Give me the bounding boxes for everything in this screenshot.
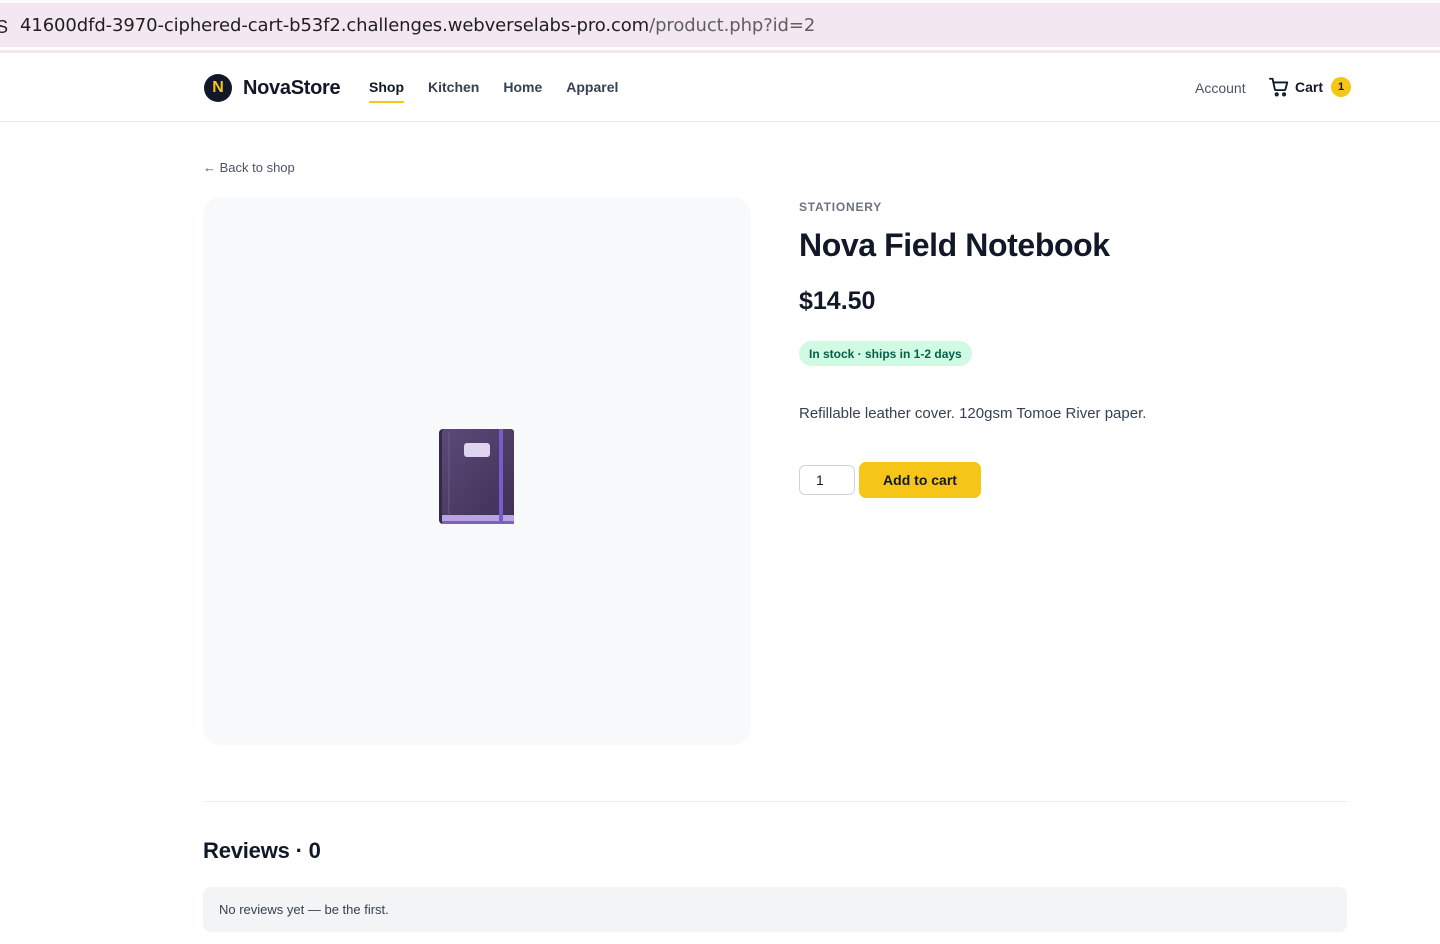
cart-link[interactable]: Cart 1: [1268, 76, 1352, 98]
nav-item-kitchen[interactable]: Kitchen: [428, 79, 479, 103]
cart-count-badge: 1: [1331, 77, 1352, 97]
browser-url-bar[interactable]: S 41600dfd-3970-ciphered-cart-b53f2.chal…: [0, 3, 1440, 47]
nav-item-home[interactable]: Home: [503, 79, 542, 103]
main-nav: Shop Kitchen Home Apparel: [369, 79, 642, 103]
nav-item-shop[interactable]: Shop: [369, 79, 404, 103]
account-link[interactable]: Account: [1195, 80, 1246, 96]
quantity-input[interactable]: [799, 465, 855, 495]
reviews-heading: Reviews · 0: [203, 838, 321, 863]
url-bar-separator: [0, 50, 1440, 53]
product-price: $14.50: [799, 287, 876, 315]
logo-icon[interactable]: N: [204, 74, 232, 102]
url-bar-edge-glyph: S: [0, 17, 9, 37]
back-to-shop-link[interactable]: ← Back to shop: [203, 160, 295, 175]
add-to-cart-button[interactable]: Add to cart: [859, 462, 981, 498]
brand-name[interactable]: NovaStore: [243, 77, 341, 100]
cart-label: Cart: [1295, 79, 1324, 95]
stock-status-badge: In stock · ships in 1-2 days: [799, 341, 972, 366]
nav-item-apparel[interactable]: Apparel: [566, 79, 618, 103]
section-divider: [203, 801, 1347, 802]
reviews-empty-message: No reviews yet — be the first.: [203, 887, 1347, 932]
notebook-emoji-icon: [439, 429, 514, 524]
url-path: /product.php?id=2: [649, 15, 816, 36]
url-text[interactable]: 41600dfd-3970-ciphered-cart-b53f2.challe…: [20, 15, 815, 36]
product-description: Refillable leather cover. 120gsm Tomoe R…: [799, 405, 1147, 422]
product-title: Nova Field Notebook: [799, 227, 1110, 263]
shopping-cart-icon: [1268, 76, 1290, 98]
url-host: 41600dfd-3970-ciphered-cart-b53f2.challe…: [20, 15, 650, 36]
site-header: N NovaStore Shop Kitchen Home Apparel Ac…: [0, 54, 1440, 122]
product-category: STATIONERY: [799, 200, 883, 214]
